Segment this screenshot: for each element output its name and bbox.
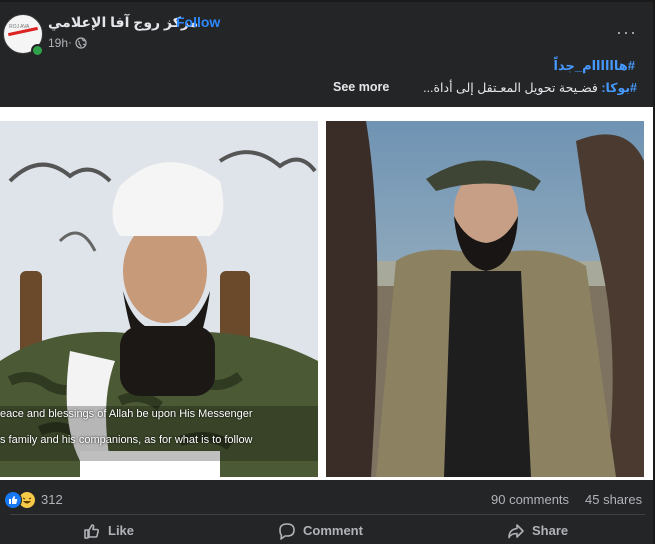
shares-count[interactable]: 45 shares bbox=[585, 492, 642, 507]
post-caption: #بوكا: فضـيحة تحويل المعـتقل إلى أداة... bbox=[423, 80, 637, 95]
more-options-button[interactable]: ··· bbox=[616, 22, 637, 43]
reaction-count[interactable]: 312 bbox=[41, 492, 63, 507]
post-timestamp[interactable]: 19h bbox=[48, 36, 68, 50]
engagement-stats: 312 90 comments 45 shares bbox=[0, 486, 655, 512]
video-subtitle-line-1: eace and blessings of Allah be upon His … bbox=[0, 408, 253, 420]
timestamp-separator: · bbox=[68, 35, 72, 49]
post-header: ROJ AVA مركز روج آفا الإعلامي · Follow 1… bbox=[0, 4, 655, 57]
header-separator: · bbox=[166, 14, 171, 30]
like-reaction-icon[interactable] bbox=[4, 491, 22, 509]
share-icon bbox=[508, 524, 524, 539]
online-status-dot bbox=[31, 44, 44, 57]
caption-hashtag[interactable]: #بوكا: bbox=[601, 81, 637, 95]
video-subtitle-line-2: s family and his companions, as for what… bbox=[0, 434, 253, 446]
comment-button[interactable]: Comment bbox=[277, 519, 377, 543]
like-button[interactable]: Like bbox=[82, 519, 152, 543]
follow-button[interactable]: Follow bbox=[176, 14, 220, 30]
actions-divider bbox=[10, 514, 645, 515]
caption-text: فضـيحة تحويل المعـتقل إلى أداة... bbox=[423, 81, 598, 95]
top-border bbox=[0, 0, 655, 2]
share-button[interactable]: Share bbox=[506, 519, 586, 543]
comment-icon bbox=[279, 523, 295, 540]
post-photo-1[interactable]: eace and blessings of Allah be upon His … bbox=[0, 121, 318, 477]
see-more-link[interactable]: See more bbox=[333, 80, 389, 94]
comment-label: Comment bbox=[303, 523, 363, 538]
like-label: Like bbox=[108, 523, 135, 538]
thumb-up-icon bbox=[9, 496, 18, 504]
post-photo-2[interactable] bbox=[326, 121, 644, 477]
hashtag-link[interactable]: #هاااااام_جداً bbox=[554, 58, 636, 74]
globe-icon bbox=[75, 37, 87, 49]
like-icon bbox=[84, 524, 100, 539]
photo-2-illustration bbox=[326, 121, 644, 477]
share-label: Share bbox=[532, 523, 569, 538]
comments-count[interactable]: 90 comments bbox=[491, 492, 569, 507]
photo-1-illustration bbox=[0, 121, 318, 477]
